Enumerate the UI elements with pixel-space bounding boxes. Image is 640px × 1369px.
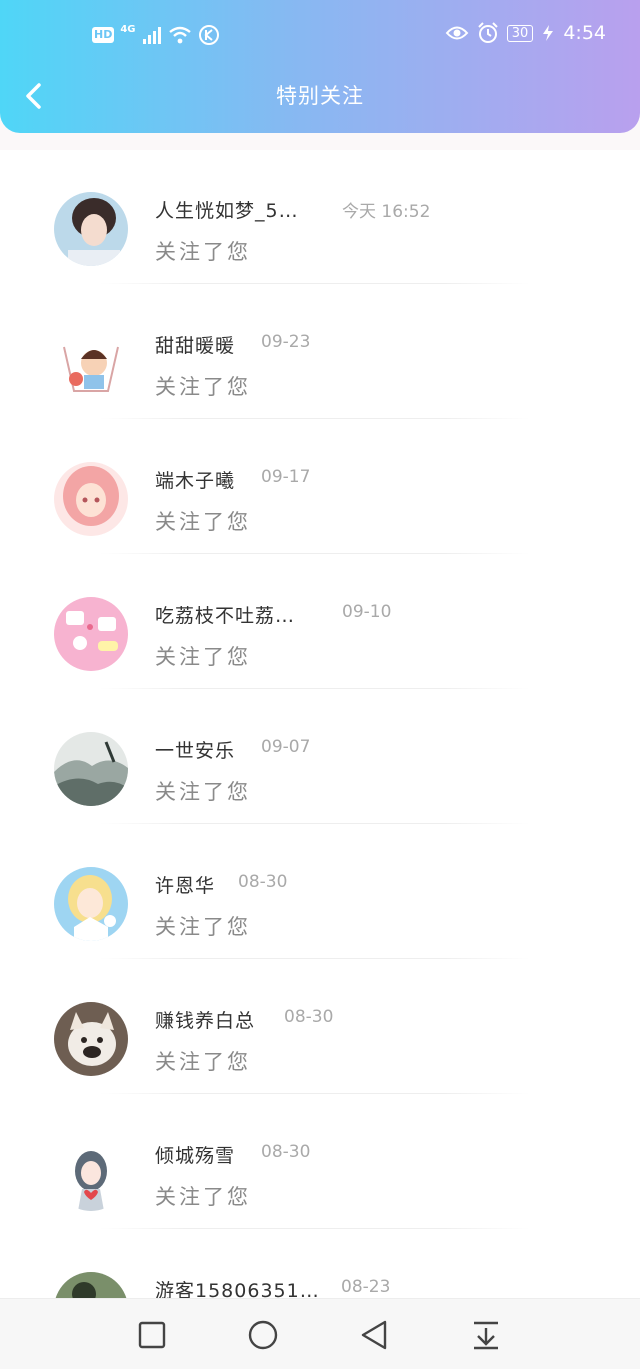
user-name[interactable]: 一世安乐: [155, 736, 235, 763]
timestamp: 08-23: [341, 1277, 391, 1297]
timestamp: 09-17: [261, 467, 311, 487]
timestamp: 08-30: [238, 872, 288, 892]
action-text: 关注了您: [155, 240, 251, 264]
wifi-icon: [168, 26, 191, 44]
timestamp: 今天 16:52: [342, 202, 431, 222]
action-text: 关注了您: [155, 510, 251, 534]
avatar[interactable]: [54, 192, 128, 266]
battery-level: 30: [506, 24, 534, 42]
avatar[interactable]: [54, 597, 128, 671]
download-arrow-icon[interactable]: [466, 1317, 506, 1353]
divider: [100, 283, 530, 284]
avatar[interactable]: [54, 462, 128, 536]
back-triangle-icon[interactable]: [354, 1317, 394, 1353]
k-circle-icon: [198, 25, 219, 45]
action-text: 关注了您: [155, 375, 251, 399]
timestamp: 08-30: [284, 1007, 334, 1027]
list-item[interactable]: 人生恍如梦_5… 今天 16:52 关注了您: [0, 150, 640, 285]
list-item[interactable]: 一世安乐 09-07 关注了您: [0, 690, 640, 825]
eye-icon: [445, 26, 469, 40]
app-header: HD 4G 30 4:54 特别关注: [0, 0, 640, 133]
user-name[interactable]: 许恩华: [155, 871, 215, 898]
avatar[interactable]: [54, 1272, 128, 1298]
timestamp: 09-10: [342, 602, 392, 622]
divider: [100, 958, 530, 959]
action-text: 关注了您: [155, 780, 251, 804]
user-name[interactable]: 甜甜暖暖: [155, 331, 235, 358]
user-name[interactable]: 人生恍如梦_5…: [155, 196, 299, 223]
divider: [100, 1228, 530, 1229]
avatar[interactable]: [54, 732, 128, 806]
action-text: 关注了您: [155, 1050, 251, 1074]
divider: [100, 688, 530, 689]
list-item[interactable]: 端木子曦 09-17 关注了您: [0, 420, 640, 555]
user-name[interactable]: 端木子曦: [155, 466, 235, 493]
square-icon[interactable]: [132, 1317, 172, 1353]
list-item[interactable]: 赚钱养白总 08-30 关注了您: [0, 960, 640, 1095]
user-name[interactable]: 游客15806351…: [155, 1276, 320, 1298]
action-text: 关注了您: [155, 645, 251, 669]
list-item[interactable]: 游客15806351… 08-23: [0, 1230, 640, 1298]
avatar[interactable]: [54, 867, 128, 941]
hd-badge: HD: [92, 27, 115, 43]
circle-icon[interactable]: [243, 1317, 283, 1353]
status-bar: HD 4G 30 4:54: [0, 0, 640, 72]
notification-list[interactable]: 人生恍如梦_5… 今天 16:52 关注了您 甜甜暖暖 09-23 关注了您 端…: [0, 150, 640, 1298]
list-item[interactable]: 倾城殇雪 08-30 关注了您: [0, 1095, 640, 1230]
list-item[interactable]: 甜甜暖暖 09-23 关注了您: [0, 285, 640, 420]
list-item[interactable]: 吃荔枝不吐荔… 09-10 关注了您: [0, 555, 640, 690]
avatar[interactable]: [54, 1137, 128, 1211]
list-item[interactable]: 许恩华 08-30 关注了您: [0, 825, 640, 960]
divider: [100, 418, 530, 419]
timestamp: 09-23: [261, 332, 311, 352]
avatar[interactable]: [54, 1002, 128, 1076]
clock: 4:54: [563, 22, 606, 44]
page-title: 特别关注: [276, 84, 364, 108]
timestamp: 08-30: [261, 1142, 311, 1162]
avatar[interactable]: [54, 327, 128, 401]
divider: [100, 1093, 530, 1094]
signal-icon: [142, 27, 161, 44]
network-type: 4G: [120, 23, 136, 35]
alarm-icon: [478, 22, 498, 43]
user-name[interactable]: 赚钱养白总: [155, 1006, 255, 1033]
user-name[interactable]: 倾城殇雪: [155, 1141, 235, 1168]
system-nav-bar: [0, 1298, 640, 1369]
action-text: 关注了您: [155, 1185, 251, 1209]
divider: [100, 553, 530, 554]
charging-icon: [543, 25, 554, 41]
divider: [100, 823, 530, 824]
timestamp: 09-07: [261, 737, 311, 757]
user-name[interactable]: 吃荔枝不吐荔…: [155, 601, 295, 628]
action-text: 关注了您: [155, 915, 251, 939]
